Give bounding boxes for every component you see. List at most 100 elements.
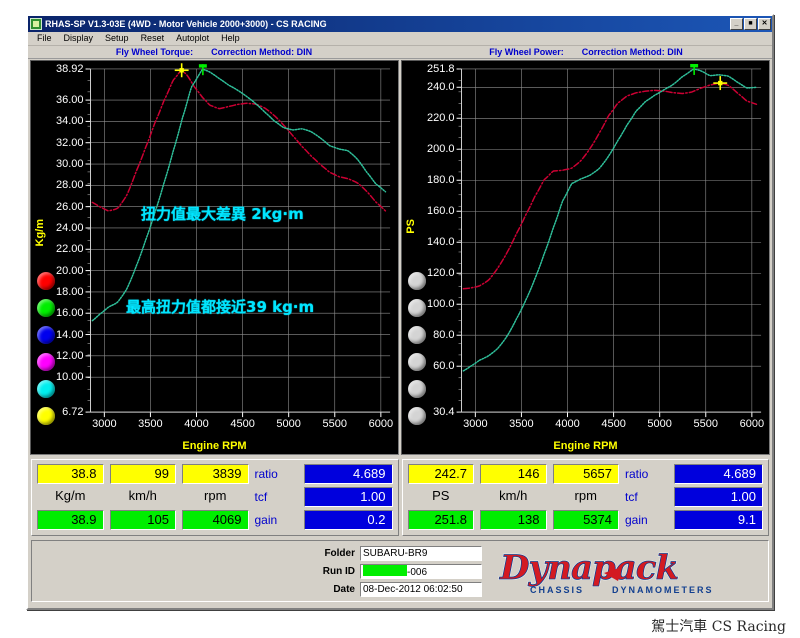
trace-color-selector[interactable] — [407, 325, 427, 345]
footer-panel: Folder SUBARU-BR9 Run ID -006 Date 08-De… — [31, 540, 769, 602]
window-controls: _ ■ ✕ — [730, 18, 771, 30]
torque-rpm-a: 3839 — [182, 464, 249, 484]
menu-item-file[interactable]: File — [31, 32, 58, 45]
torque-correction-method: Correction Method: DIN — [211, 47, 313, 57]
menu-bar: File Display Setup Reset Autoplot Help — [28, 32, 772, 46]
x-axis-tick: 5500 — [322, 418, 347, 431]
power-tcf-label: tcf — [625, 490, 638, 504]
power-gain-label: gain — [625, 513, 648, 527]
date-field[interactable]: 08-Dec-2012 06:02:50 — [360, 581, 482, 597]
runid-selection-highlight — [363, 564, 407, 576]
torque-ratio-row: ratio 4.689 — [255, 464, 393, 484]
x-axis-tick: 6000 — [739, 418, 765, 431]
y-axis-tick: 10.00 — [55, 371, 84, 384]
torque-ratio-value[interactable]: 4.689 — [303, 464, 393, 484]
menu-item-autoplot[interactable]: Autoplot — [170, 32, 215, 45]
power-correction-method: Correction Method: DIN — [581, 47, 683, 57]
y-axis-tick: 20.00 — [55, 264, 84, 277]
torque-readout-row-yellow: 38.8 99 3839 — [37, 464, 249, 484]
y-axis-tick: 14.00 — [55, 328, 84, 341]
y-axis-tick: 240.0 — [426, 81, 455, 94]
app-root: RHAS-SP V1.3-03E (4WD - Motor Vehicle 20… — [0, 0, 800, 638]
torque-header-title: Fly Wheel Torque: — [115, 47, 194, 57]
torque-unit-label: Kg/m — [55, 488, 86, 503]
trace-color-selector[interactable] — [36, 298, 56, 318]
torque-readout-row-units: Kg/m km/h rpm — [37, 487, 249, 507]
trace-color-selector[interactable] — [407, 352, 427, 372]
torque-chart[interactable]: Kg/m Engine RPM 38.92 36.00 34.00 32.00 30.0… — [30, 60, 399, 455]
app-icon — [30, 18, 42, 30]
minimize-button[interactable]: _ — [730, 18, 743, 30]
trace-color-selector[interactable] — [36, 325, 56, 345]
power-tcf-value[interactable]: 1.00 — [674, 487, 763, 507]
x-axis-tick: 4000 — [184, 418, 209, 431]
y-axis-tick: 16.00 — [55, 307, 84, 320]
svg-text:CHASSIS: CHASSIS — [530, 585, 584, 595]
y-axis-tick: 34.00 — [55, 115, 84, 128]
trace-color-selector[interactable] — [36, 352, 56, 372]
y-axis-tick: 36.00 — [55, 94, 84, 107]
y-axis-tick: 140.0 — [426, 236, 455, 249]
folder-field[interactable]: SUBARU-BR9 — [360, 545, 482, 561]
torque-value-b: 38.9 — [37, 510, 104, 530]
torque-speed-b: 105 — [109, 510, 176, 530]
date-row: Date 08-Dec-2012 06:02:50 — [317, 581, 482, 597]
svg-text:DYNAMOMETERS: DYNAMOMETERS — [612, 585, 714, 595]
trace-color-selector[interactable] — [36, 379, 56, 399]
torque-y-axis-label: Kg/m — [34, 218, 46, 247]
power-speed-a: 146 — [480, 464, 547, 484]
trace-color-selector[interactable] — [407, 406, 427, 426]
svg-text:Dynapack: Dynapack — [499, 548, 678, 588]
power-header: Fly Wheel Power: Correction Method: DIN — [400, 46, 772, 58]
x-axis-tick: 6000 — [368, 418, 394, 431]
torque-ratio-label: ratio — [254, 467, 278, 481]
menu-item-setup[interactable]: Setup — [99, 32, 135, 45]
x-axis-tick: 3500 — [138, 418, 163, 431]
y-axis-tick: 28.00 — [55, 179, 84, 192]
y-axis-tick: 30.4 — [433, 406, 455, 419]
run-info: Folder SUBARU-BR9 Run ID -006 Date 08-De… — [317, 545, 482, 597]
power-params: ratio 4.689 tcf 1.00 gain 9.1 — [625, 464, 763, 530]
menu-item-help[interactable]: Help — [215, 32, 246, 45]
power-plot-area — [456, 63, 762, 418]
power-rpm-b: 5374 — [552, 510, 619, 530]
restore-button[interactable]: ■ — [744, 18, 757, 30]
trace-color-selector[interactable] — [36, 406, 56, 426]
trace-color-selector[interactable] — [407, 271, 427, 291]
trace-color-selector[interactable] — [407, 379, 427, 399]
power-chart[interactable]: PS Engine RPM 251.8 240.0 220.0 200.0 180.0 1… — [401, 60, 770, 455]
power-ratio-value[interactable]: 4.689 — [674, 464, 763, 484]
y-axis-tick: 251.8 — [426, 62, 455, 75]
close-button[interactable]: ✕ — [758, 18, 771, 30]
title-bar[interactable]: RHAS-SP V1.3-03E (4WD - Motor Vehicle 20… — [28, 16, 772, 32]
power-gain-value[interactable]: 9.1 — [674, 510, 763, 530]
y-axis-tick: 160.0 — [426, 205, 455, 218]
dynapack-logo: Dynapack Dynapack CHASSIS DYNAMOMETERS — [498, 547, 714, 595]
power-tcf-row: tcf 1.00 — [625, 487, 763, 507]
power-speed-b: 138 — [480, 510, 547, 530]
power-readout-row-units: PS km/h rpm — [408, 487, 620, 507]
runid-field[interactable]: -006 — [360, 563, 482, 579]
application-window: RHAS-SP V1.3-03E (4WD - Motor Vehicle 20… — [26, 14, 774, 610]
torque-x-axis-label: Engine RPM — [182, 440, 247, 452]
x-axis-tick: 4500 — [230, 418, 255, 431]
torque-rpm-b: 4069 — [182, 510, 249, 530]
trace-color-selector[interactable] — [407, 298, 427, 318]
window-title: RHAS-SP V1.3-03E (4WD - Motor Vehicle 20… — [45, 19, 327, 29]
y-axis-tick: 32.00 — [55, 136, 84, 149]
menu-item-display[interactable]: Display — [58, 32, 100, 45]
runid-value: -006 — [407, 566, 428, 578]
x-axis-tick: 4500 — [601, 418, 626, 431]
torque-tcf-row: tcf 1.00 — [255, 487, 393, 507]
menu-item-reset[interactable]: Reset — [135, 32, 171, 45]
power-speed-unit-label: km/h — [499, 488, 528, 503]
torque-gain-value[interactable]: 0.2 — [303, 510, 393, 530]
x-axis-tick: 5000 — [647, 418, 672, 431]
date-label: Date — [333, 583, 355, 595]
torque-speed-a: 99 — [109, 464, 176, 484]
y-axis-tick: 18.00 — [55, 285, 84, 298]
x-axis-tick: 3500 — [509, 418, 534, 431]
runid-label: Run ID — [322, 565, 355, 577]
trace-color-selector[interactable] — [36, 271, 56, 291]
torque-tcf-value[interactable]: 1.00 — [303, 487, 393, 507]
